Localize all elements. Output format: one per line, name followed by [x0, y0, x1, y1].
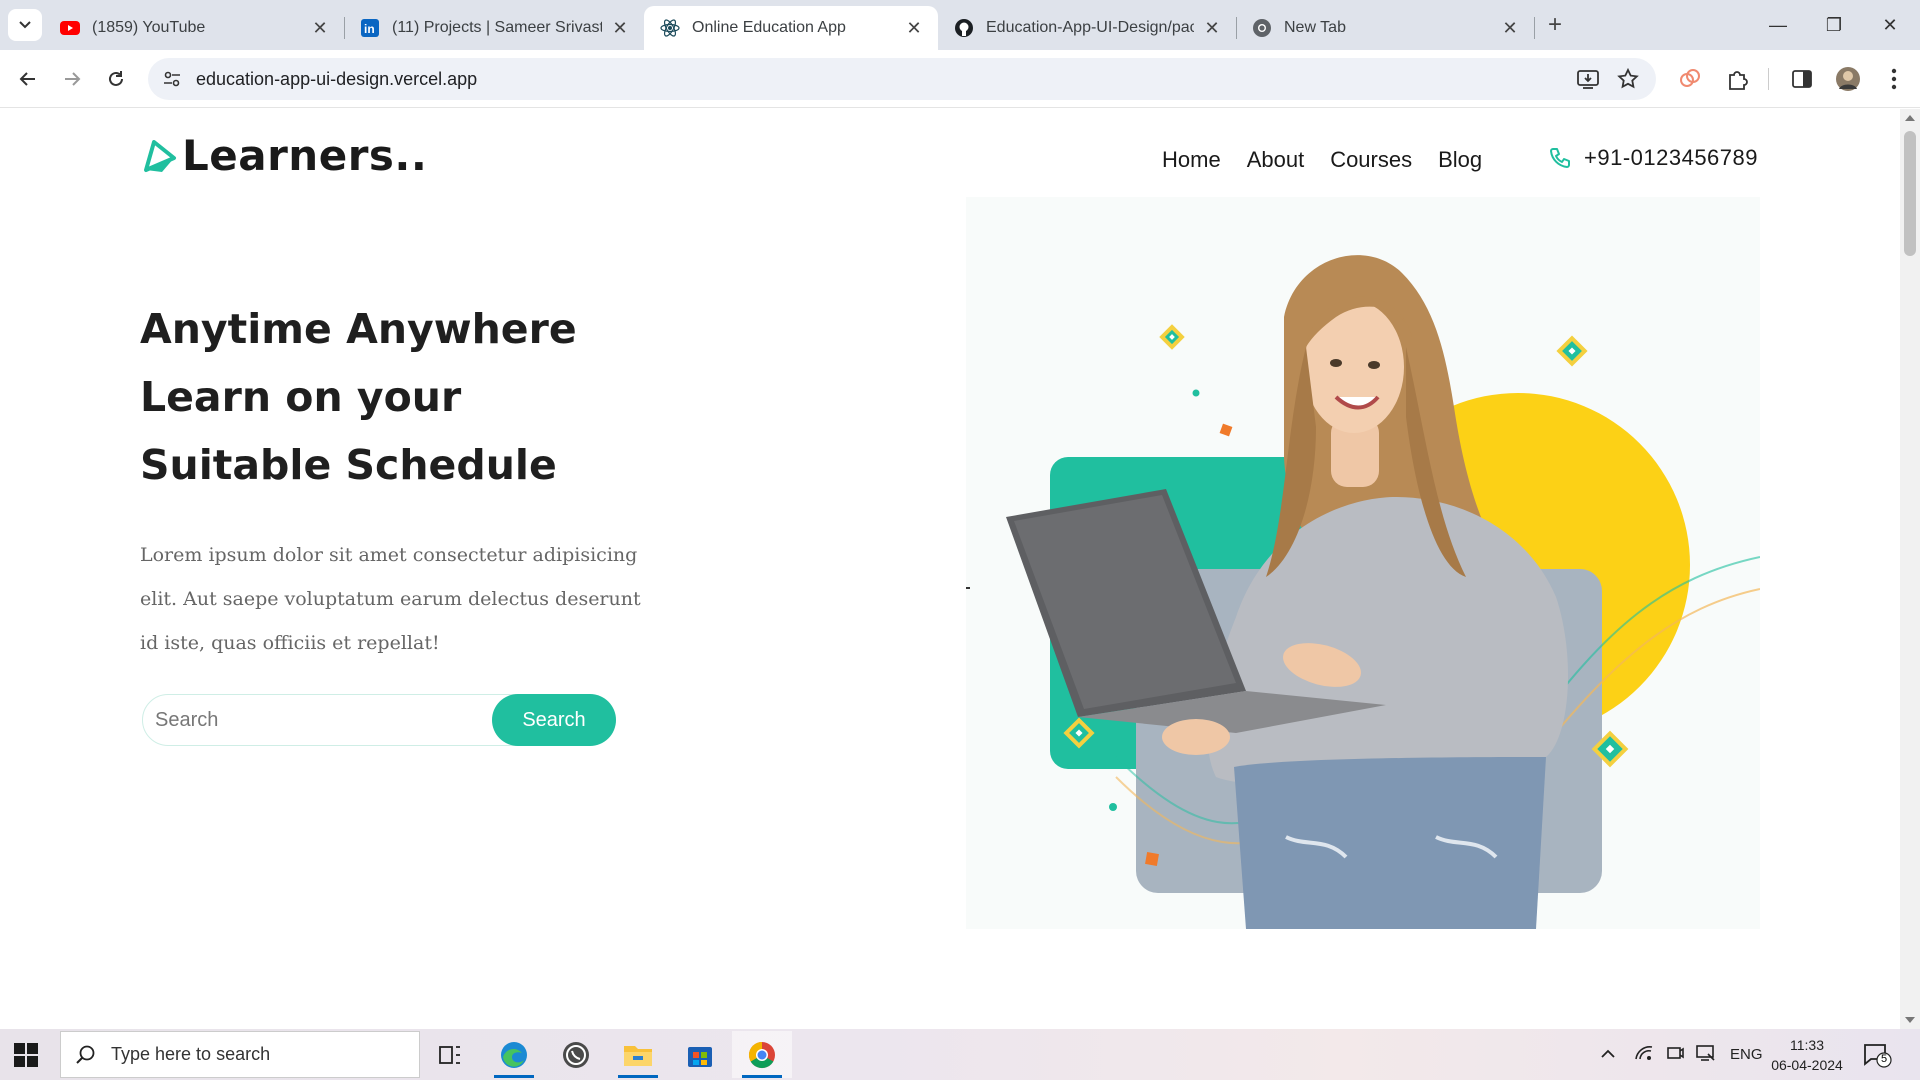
minimize-button[interactable]: — — [1758, 10, 1798, 40]
close-tab-icon[interactable]: ✕ — [610, 18, 630, 39]
tab-title: (1859) YouTube — [92, 19, 206, 36]
linkedin-icon: in — [360, 18, 380, 38]
search-icon — [76, 1045, 95, 1064]
whatsapp-icon[interactable] — [546, 1031, 606, 1078]
hero-search: Search — [140, 694, 616, 746]
windows-taskbar: Type here to search ENG 11:33 06-04-2024… — [0, 1029, 1920, 1080]
microsoft-store-icon[interactable] — [670, 1031, 730, 1078]
language-indicator[interactable]: ENG — [1730, 1046, 1763, 1063]
clock-time: 11:33 — [1790, 1037, 1824, 1053]
more-menu-icon[interactable] — [1880, 65, 1908, 93]
clock-date: 06-04-2024 — [1771, 1057, 1843, 1073]
scroll-up-icon[interactable] — [1905, 115, 1915, 121]
close-tab-icon[interactable]: ✕ — [1500, 18, 1520, 39]
scroll-thumb[interactable] — [1904, 131, 1916, 256]
hero-title: Anytime Anywhere Learn on your Suitable … — [140, 295, 577, 499]
page-scrollbar[interactable] — [1900, 109, 1920, 1029]
github-icon — [954, 18, 974, 38]
hero-title-line: Learn on your — [140, 373, 462, 421]
chevron-down-icon — [19, 21, 31, 29]
tab-search-button[interactable] — [8, 9, 42, 41]
tab-linkedin[interactable]: in (11) Projects | Sameer Srivastava ✕ — [344, 6, 644, 50]
nav-home[interactable]: Home — [1162, 147, 1221, 173]
react-icon — [660, 18, 680, 38]
system-tray: ENG — [1600, 1029, 1763, 1080]
extension-icon[interactable] — [1676, 65, 1704, 93]
taskbar-search-placeholder: Type here to search — [111, 1044, 271, 1064]
tab-title: (11) Projects | Sameer Srivastava — [392, 19, 602, 36]
wifi-icon[interactable] — [1634, 1045, 1654, 1065]
hero-title-line: Anytime Anywhere — [140, 305, 577, 353]
hero-description: Lorem ipsum dolor sit amet consectetur a… — [140, 544, 641, 654]
tab-new-tab[interactable]: New Tab ✕ — [1236, 6, 1534, 50]
reload-button[interactable] — [100, 63, 132, 95]
arrow-left-icon — [19, 72, 35, 86]
svg-text:in: in — [364, 22, 375, 36]
avatar[interactable] — [1834, 65, 1862, 93]
nav-about[interactable]: About — [1247, 147, 1305, 173]
tab-title: New Tab — [1284, 19, 1346, 36]
bookmark-star-icon[interactable] — [1616, 67, 1640, 91]
tab-github[interactable]: Education-App-UI-Design/package ✕ — [938, 6, 1236, 50]
windows-start-icon[interactable] — [14, 1043, 38, 1067]
phone-contact[interactable]: +91-0123456789 — [1548, 145, 1758, 171]
student-with-laptop-image — [966, 255, 1760, 929]
notification-count: 5 — [1880, 1053, 1888, 1065]
meet-now-icon[interactable] — [1666, 1044, 1684, 1066]
hero-title-line: Suitable Schedule — [140, 441, 557, 489]
close-tab-icon[interactable]: ✕ — [1202, 18, 1222, 39]
new-tab-button[interactable]: + — [1540, 11, 1570, 39]
side-panel-icon[interactable] — [1788, 65, 1816, 93]
tab-title: Online Education App — [692, 19, 846, 36]
display-icon[interactable] — [1696, 1044, 1716, 1066]
reload-icon — [109, 71, 123, 86]
phone-number: +91-0123456789 — [1584, 145, 1758, 170]
browser-toolbar: education-app-ui-design.vercel.app — [0, 50, 1920, 108]
logo-text: Learners.. — [182, 131, 428, 180]
tab-youtube[interactable]: (1859) YouTube ✕ — [44, 6, 344, 50]
chrome-icon — [1252, 18, 1272, 38]
scroll-down-icon[interactable] — [1905, 1017, 1915, 1023]
search-button[interactable]: Search — [492, 694, 616, 746]
close-window-button[interactable]: ✕ — [1870, 10, 1910, 40]
forward-button[interactable] — [56, 63, 88, 95]
show-hidden-icons-icon[interactable] — [1600, 1046, 1616, 1063]
phone-icon — [1550, 148, 1570, 168]
notification-center-icon[interactable]: 5 — [1862, 1041, 1892, 1069]
hero-illustration — [966, 197, 1760, 929]
site-logo[interactable]: Learners.. — [140, 131, 427, 180]
nav-blog[interactable]: Blog — [1438, 147, 1482, 173]
puzzle-icon[interactable] — [1724, 65, 1752, 93]
task-view-icon[interactable] — [420, 1031, 480, 1078]
youtube-icon — [60, 18, 80, 38]
file-explorer-icon[interactable] — [608, 1031, 668, 1078]
address-bar[interactable]: education-app-ui-design.vercel.app — [148, 58, 1656, 100]
tab-divider — [1534, 17, 1535, 39]
arrow-right-icon — [65, 72, 81, 86]
close-tab-icon[interactable]: ✕ — [310, 18, 330, 39]
close-tab-icon[interactable]: ✕ — [904, 18, 924, 39]
nav-courses[interactable]: Courses — [1330, 147, 1412, 173]
taskbar-search[interactable]: Type here to search — [60, 1031, 420, 1078]
decor-diamond — [1159, 324, 1185, 350]
tab-strip: (1859) YouTube ✕ in (11) Projects | Same… — [0, 0, 1920, 50]
taskbar-clock[interactable]: 11:33 06-04-2024 — [1762, 1035, 1852, 1075]
tab-online-education-app[interactable]: Online Education App ✕ — [644, 6, 938, 50]
main-nav: Home About Courses Blog — [1162, 147, 1482, 173]
back-button[interactable] — [12, 63, 44, 95]
toolbar-divider — [1768, 68, 1769, 90]
logo-icon — [144, 139, 176, 172]
search-input[interactable] — [142, 694, 542, 746]
page-viewport: Learners.. Home About Courses Blog +91-0… — [0, 109, 1900, 1029]
tab-title: Education-App-UI-Design/package — [986, 19, 1194, 36]
install-app-icon[interactable] — [1576, 67, 1600, 91]
edge-icon[interactable] — [484, 1031, 544, 1078]
url-text[interactable]: education-app-ui-design.vercel.app — [196, 69, 477, 90]
chrome-taskbar-icon[interactable] — [732, 1031, 792, 1078]
site-settings-icon[interactable] — [162, 69, 182, 89]
decor-diamond — [1556, 335, 1588, 367]
restore-button[interactable]: ❐ — [1814, 10, 1854, 40]
